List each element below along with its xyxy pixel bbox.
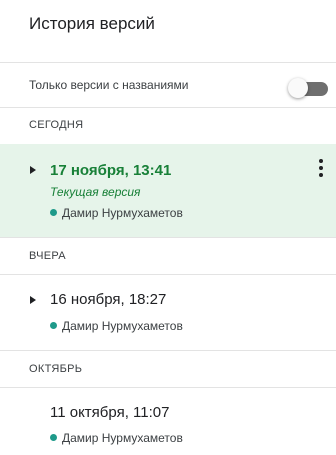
- expand-arrow-icon[interactable]: [30, 296, 36, 304]
- author-color-dot-icon: [50, 209, 57, 216]
- section-label-today: СЕГОДНЯ: [29, 119, 84, 131]
- named-versions-filter-label: Только версии с названиями: [29, 78, 189, 92]
- version-date: 16 ноября, 18:27: [50, 291, 167, 308]
- author-name: Дамир Нурмухаметов: [62, 206, 183, 220]
- author-name: Дамир Нурмухаметов: [62, 319, 183, 333]
- version-entry[interactable]: 16 ноября, 18:27 Дамир Нурмухаметов: [0, 275, 336, 349]
- expand-arrow-icon[interactable]: [30, 166, 36, 174]
- divider: [0, 350, 336, 351]
- toggle-knob: [288, 78, 308, 98]
- divider: [0, 237, 336, 238]
- version-entry-current[interactable]: 17 ноября, 13:41 Текущая версия Дамир Ну…: [0, 144, 336, 237]
- version-date: 11 октября, 11:07: [50, 404, 170, 421]
- section-label-october: ОКТЯБРЬ: [29, 363, 83, 375]
- section-label-yesterday: ВЧЕРА: [29, 250, 66, 262]
- divider: [0, 107, 336, 108]
- author-color-dot-icon: [50, 434, 57, 441]
- version-entry[interactable]: 11 октября, 11:07 Дамир Нурмухаметов: [0, 388, 336, 455]
- more-actions-icon[interactable]: [314, 157, 328, 179]
- named-versions-toggle[interactable]: [288, 77, 328, 99]
- author-name: Дамир Нурмухаметов: [62, 431, 183, 445]
- current-version-label: Текущая версия: [50, 185, 141, 199]
- version-author: Дамир Нурмухаметов: [50, 319, 183, 333]
- panel-title: История версий: [29, 14, 155, 33]
- version-date: 17 ноября, 13:41: [50, 162, 172, 179]
- version-author: Дамир Нурмухаметов: [50, 206, 183, 220]
- version-author: Дамир Нурмухаметов: [50, 431, 183, 445]
- divider: [0, 62, 336, 63]
- author-color-dot-icon: [50, 322, 57, 329]
